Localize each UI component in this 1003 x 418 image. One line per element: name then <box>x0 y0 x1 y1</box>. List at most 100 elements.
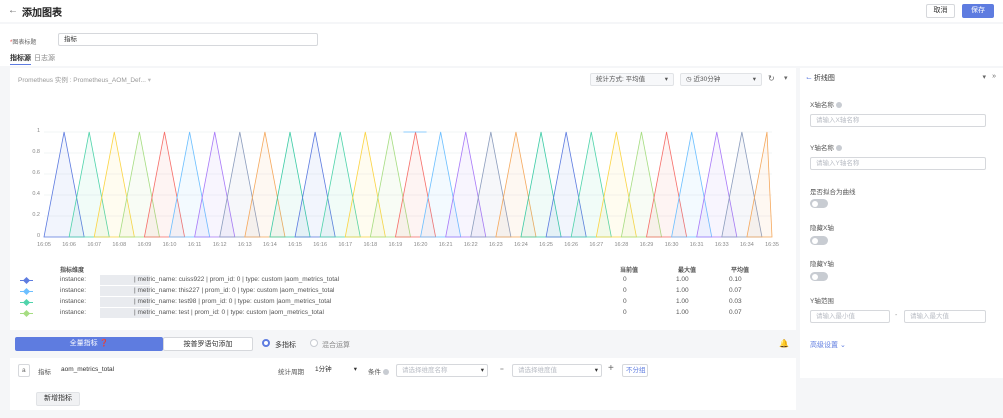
x-tick-label: 16:16 <box>313 242 327 248</box>
refresh-dropdown-icon[interactable]: ▾ <box>784 74 788 82</box>
avg-value: 0.07 <box>729 309 742 316</box>
metric-dimensions: | metric_name: test98 | prom_id: 0 | typ… <box>134 298 332 305</box>
y-tick-label: 1 <box>36 128 40 134</box>
metric-input[interactable]: aom_metrics_total <box>56 364 276 377</box>
multi-metric-radio[interactable] <box>262 339 270 347</box>
table-row[interactable]: instance: | metric_name: cuiss922 | prom_… <box>18 275 768 285</box>
legend-marker-icon <box>22 309 31 318</box>
x-tick-label: 16:17 <box>338 242 353 248</box>
legend-marker-icon <box>22 298 31 307</box>
range-separator: - <box>895 312 898 319</box>
x-tick-label: 16:35 <box>765 242 779 248</box>
x-tick-label: 16:13 <box>237 242 252 248</box>
x-tick-label: 16:10 <box>162 242 177 248</box>
help-icon <box>835 102 842 109</box>
x-tick-label: 16:25 <box>539 242 553 248</box>
y-range-label: Y轴范围 <box>810 298 834 305</box>
hide-y-axis-toggle[interactable] <box>810 272 828 281</box>
line-chart <box>43 131 773 238</box>
x-tick-label: 16:30 <box>664 242 679 248</box>
bell-icon[interactable]: 🔔 <box>779 339 789 348</box>
metric-dimensions: | metric_name: cuiss922 | prom_id: 0 | t… <box>134 276 340 283</box>
x-tick-label: 16:28 <box>614 242 629 248</box>
x-tick-label: 16:23 <box>488 242 503 248</box>
period-select[interactable]: 1分钟 ▾ <box>310 364 360 377</box>
max-value: 1.00 <box>676 276 689 283</box>
prom-statement-tab[interactable]: 按普罗语句添加 <box>163 337 253 351</box>
help-icon: ❓ <box>99 340 109 347</box>
condition-value-select[interactable]: 请选择维度值 ▾ <box>512 364 602 377</box>
y-min-input[interactable]: 请输入最小值 <box>810 310 890 323</box>
equals-sign: = <box>500 366 504 373</box>
time-range-select[interactable]: ◷ 近30分钟 ▾ <box>680 73 762 86</box>
x-tick-label: 16:31 <box>689 242 704 248</box>
table-row[interactable]: instance: | metric_name: test98 | prom_id… <box>18 297 768 307</box>
back-arrow-icon[interactable]: ← <box>8 5 18 16</box>
hide-x-axis-label: 隐藏X轴 <box>810 225 834 232</box>
table-row[interactable]: instance: | metric_name: this227 | prom_i… <box>18 286 768 296</box>
prometheus-instance-select[interactable]: Prometheus 实例 : Prometheus_AOM_Def... ▾ <box>18 74 151 84</box>
top-bar <box>0 0 1003 22</box>
x-tick-label: 16:33 <box>714 242 729 248</box>
mixed-op-radio[interactable] <box>310 339 318 347</box>
x-tick-label: 16:14 <box>263 242 277 248</box>
chart-type-select[interactable]: ⌙ 折线图 ▾ » <box>806 73 996 85</box>
curve-fit-toggle[interactable] <box>810 199 828 208</box>
instance-label: instance: <box>60 309 87 316</box>
max-value: 1.00 <box>676 309 689 316</box>
y-max-input[interactable]: 请输入最大值 <box>904 310 986 323</box>
all-metrics-tab[interactable]: 全量指标 ❓ <box>15 337 163 351</box>
page-title: 添加图表 <box>22 8 62 19</box>
y-tick-label: 0 <box>36 233 40 239</box>
add-metric-button[interactable]: 新增指标 <box>36 392 80 406</box>
x-tick-label: 16:07 <box>87 242 102 248</box>
clock-icon: ◷ <box>686 76 692 83</box>
legend-marker-icon <box>22 287 31 296</box>
help-icon <box>835 145 842 152</box>
metric-label: 指标 <box>38 369 51 376</box>
x-tick-label: 16:21 <box>438 242 453 248</box>
y-axis-name-label: Y轴名称 <box>810 142 842 152</box>
x-tick-label: 16:19 <box>388 242 403 248</box>
hide-x-axis-toggle[interactable] <box>810 236 828 245</box>
avg-value: 0.10 <box>729 276 742 283</box>
col-max: 最大值 <box>678 268 697 274</box>
advanced-settings-link[interactable]: 高级设置 ⌄ <box>810 340 846 350</box>
cancel-button[interactable]: 取消 <box>926 4 955 18</box>
add-condition-icon[interactable]: + <box>608 363 614 374</box>
curve-fit-label: 是否拟合为曲线 <box>810 189 856 196</box>
multi-metric-label: 多指标 <box>275 342 296 349</box>
tab-metric-source[interactable]: 指标源 <box>10 53 31 65</box>
max-value: 1.00 <box>676 298 689 305</box>
chart-title-label: *图表标题 <box>10 40 37 46</box>
avg-value: 0.07 <box>729 287 742 294</box>
x-tick-label: 16:34 <box>740 242 754 248</box>
mixed-op-label: 混合运算 <box>322 342 350 349</box>
hide-y-axis-label: 隐藏Y轴 <box>810 261 834 268</box>
instance-label: instance: <box>60 287 87 294</box>
current-value: 0 <box>623 276 627 283</box>
refresh-icon[interactable]: ↻ <box>768 74 775 83</box>
chart-title-input[interactable]: 指标 <box>58 33 318 46</box>
collapse-panel-icon[interactable]: » <box>992 73 996 80</box>
y-axis-name-input[interactable]: 请输入Y轴名称 <box>810 157 986 170</box>
save-button[interactable]: 保存 <box>962 4 994 18</box>
x-tick-label: 16:26 <box>564 242 579 248</box>
condition-dimension-select[interactable]: 请选择维度名称 ▾ <box>396 364 488 377</box>
metric-dimensions: | metric_name: test | prom_id: 0 | type:… <box>134 309 324 316</box>
metric-dimensions: | metric_name: this227 | prom_id: 0 | ty… <box>134 287 335 294</box>
col-dimension: 指标维度 <box>60 268 85 274</box>
y-tick-label: 0.4 <box>32 191 40 197</box>
instance-label: instance: <box>60 276 87 283</box>
x-tick-label: 16:24 <box>514 242 528 248</box>
tab-log-source[interactable]: 日志源 <box>34 53 55 63</box>
stat-method-select[interactable]: 统计方式: 平均值 ▾ <box>590 73 674 86</box>
x-tick-label: 16:06 <box>62 242 76 248</box>
x-tick-label: 16:12 <box>212 242 227 248</box>
no-group-button[interactable]: 不分组 <box>622 364 648 377</box>
x-tick-label: 16:22 <box>463 242 478 248</box>
table-row[interactable]: instance: | metric_name: test | prom_id: … <box>18 308 768 318</box>
x-tick-label: 16:15 <box>288 242 302 248</box>
x-axis-name-input[interactable]: 请输入X轴名称 <box>810 114 986 127</box>
col-avg: 平均值 <box>731 268 750 274</box>
